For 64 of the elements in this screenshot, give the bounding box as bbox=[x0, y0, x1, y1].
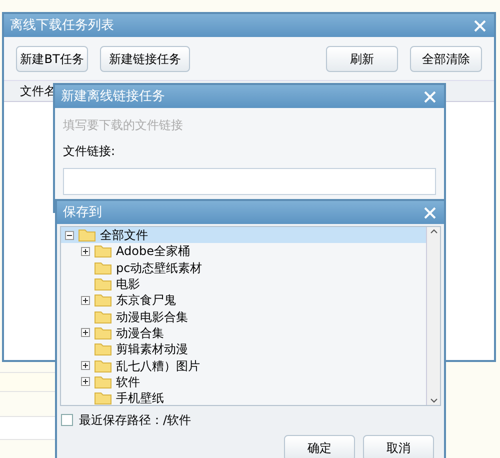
tree-item[interactable]: 动漫合集 bbox=[61, 324, 426, 342]
tree-item[interactable]: 软件 bbox=[61, 374, 426, 390]
close-button[interactable] bbox=[422, 204, 438, 220]
expand-toggle[interactable] bbox=[81, 296, 90, 305]
folder-icon bbox=[94, 277, 112, 292]
tree-item[interactable]: 剪辑素材动漫 bbox=[61, 341, 426, 358]
window-title: 离线下载任务列表 bbox=[10, 16, 114, 35]
toolbar-button[interactable]: 新建链接任务 bbox=[100, 46, 190, 72]
folder-name: pc动态壁纸素材 bbox=[116, 260, 202, 277]
close-icon bbox=[424, 90, 436, 102]
tree-item[interactable]: 动漫电影合集 bbox=[61, 308, 426, 325]
folder-name: Adobe全家桶 bbox=[116, 243, 190, 260]
collapse-toggle[interactable] bbox=[65, 230, 74, 240]
tree-item[interactable]: 电影 bbox=[61, 276, 426, 292]
tree-item[interactable]: 全部文件 bbox=[61, 227, 426, 244]
close-button[interactable] bbox=[422, 88, 438, 104]
folder-name: 电影 bbox=[116, 276, 140, 294]
expand-toggle[interactable] bbox=[81, 246, 90, 256]
toolbar-button[interactable]: 全部清除 bbox=[410, 46, 482, 72]
plus-icon bbox=[82, 362, 89, 370]
folder-icon bbox=[94, 260, 112, 275]
folder-icon bbox=[78, 228, 96, 242]
plus-icon bbox=[82, 296, 89, 304]
expand-toggle[interactable] bbox=[81, 361, 90, 370]
checkbox[interactable] bbox=[61, 414, 73, 426]
expand-toggle[interactable] bbox=[81, 377, 90, 386]
tree-item[interactable]: 手机壁纸 bbox=[61, 390, 426, 406]
folder-icon bbox=[94, 342, 112, 356]
tree-item[interactable]: 乱七八糟）图片 bbox=[61, 357, 426, 374]
toolbar-button[interactable]: 新建BT任务 bbox=[16, 46, 88, 72]
tree-item[interactable]: Adobe全家桶 bbox=[61, 243, 426, 260]
folder-name: 乱七八糟）图片 bbox=[116, 358, 200, 375]
folder-name: 软件 bbox=[116, 374, 140, 391]
close-icon bbox=[424, 206, 436, 218]
close-button[interactable] bbox=[472, 18, 488, 34]
toolbar-button[interactable]: 确定 bbox=[284, 435, 355, 458]
field-label: 文件链接: bbox=[63, 143, 116, 160]
folder-name: 全部文件 bbox=[100, 227, 148, 244]
toolbar-button[interactable]: 取消 bbox=[363, 435, 434, 458]
folder-name: 动漫合集 bbox=[116, 324, 164, 342]
folder-icon bbox=[94, 310, 112, 324]
toolbar-button[interactable]: 刷新 bbox=[326, 46, 398, 72]
expand-toggle[interactable] bbox=[81, 328, 90, 338]
folder-name: 东京食尸鬼 bbox=[116, 292, 176, 310]
link-input-field[interactable] bbox=[63, 168, 436, 195]
folder-icon bbox=[94, 358, 112, 373]
checkbox-label: 最近保存路径：/软件 bbox=[79, 412, 192, 429]
hint-text: 填写要下载的文件链接 bbox=[63, 117, 184, 134]
folder-icon bbox=[94, 391, 112, 406]
folder-name: 动漫电影合集 bbox=[116, 308, 188, 326]
folder-icon bbox=[94, 293, 112, 308]
window-title: 保存到 bbox=[63, 204, 102, 222]
tree-item[interactable]: pc动态壁纸素材 bbox=[61, 260, 426, 276]
tree-item[interactable]: 东京食尸鬼 bbox=[61, 292, 426, 308]
folder-name: 剪辑素材动漫 bbox=[116, 341, 188, 358]
plus-icon bbox=[82, 248, 89, 255]
plus-icon bbox=[82, 378, 89, 386]
window-title: 新建离线链接任务 bbox=[61, 88, 165, 106]
close-icon bbox=[474, 20, 486, 32]
plus-icon bbox=[82, 329, 89, 336]
scrollbar[interactable] bbox=[426, 227, 440, 405]
folder-name: 手机壁纸 bbox=[116, 390, 164, 408]
folder-icon bbox=[94, 374, 112, 389]
folder-icon bbox=[94, 326, 112, 340]
